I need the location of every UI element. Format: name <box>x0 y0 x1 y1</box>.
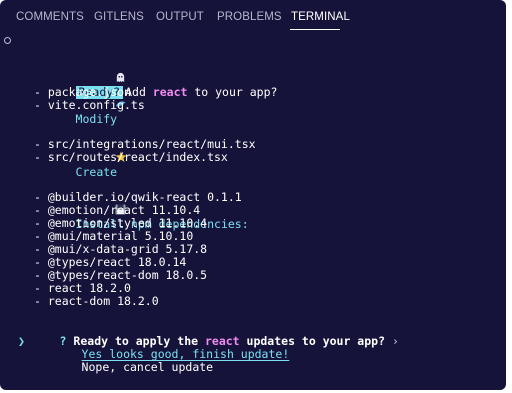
modify-file: - vite.config.ts <box>34 98 145 112</box>
dependency-item: - react-dom 18.2.0 <box>34 294 159 308</box>
tab-comments[interactable]: COMMENTS <box>16 11 84 23</box>
option-cancel-label: Nope, cancel update <box>81 360 214 374</box>
create-title: Create <box>75 165 118 179</box>
modify-title: Modify <box>75 112 118 126</box>
tab-problems[interactable]: PROBLEMS <box>217 11 282 23</box>
prompt-keyword: react <box>152 85 188 99</box>
tab-output[interactable]: OUTPUT <box>156 11 204 23</box>
terminal-output[interactable]: Ready? Add react to your app? Modify - pa… <box>0 33 506 390</box>
prompt-text-end: to your app? <box>187 85 278 99</box>
option-cancel[interactable]: Nope, cancel update <box>40 348 214 387</box>
terminal-cursor-icon <box>4 37 11 44</box>
create-file: - src/routes/react/index.tsx <box>34 150 228 164</box>
tab-gitlens[interactable]: GITLENS <box>94 11 144 23</box>
selection-pointer-icon: ❯ <box>18 334 25 348</box>
panel-tab-bar: COMMENTS GITLENS OUTPUT PROBLEMS TERMINA… <box>0 0 506 33</box>
terminal-panel: COMMENTS GITLENS OUTPUT PROBLEMS TERMINA… <box>0 0 506 390</box>
active-tab-indicator <box>290 29 340 30</box>
tab-terminal[interactable]: TERMINAL <box>291 11 350 23</box>
chevron-right-icon: › <box>391 334 399 348</box>
